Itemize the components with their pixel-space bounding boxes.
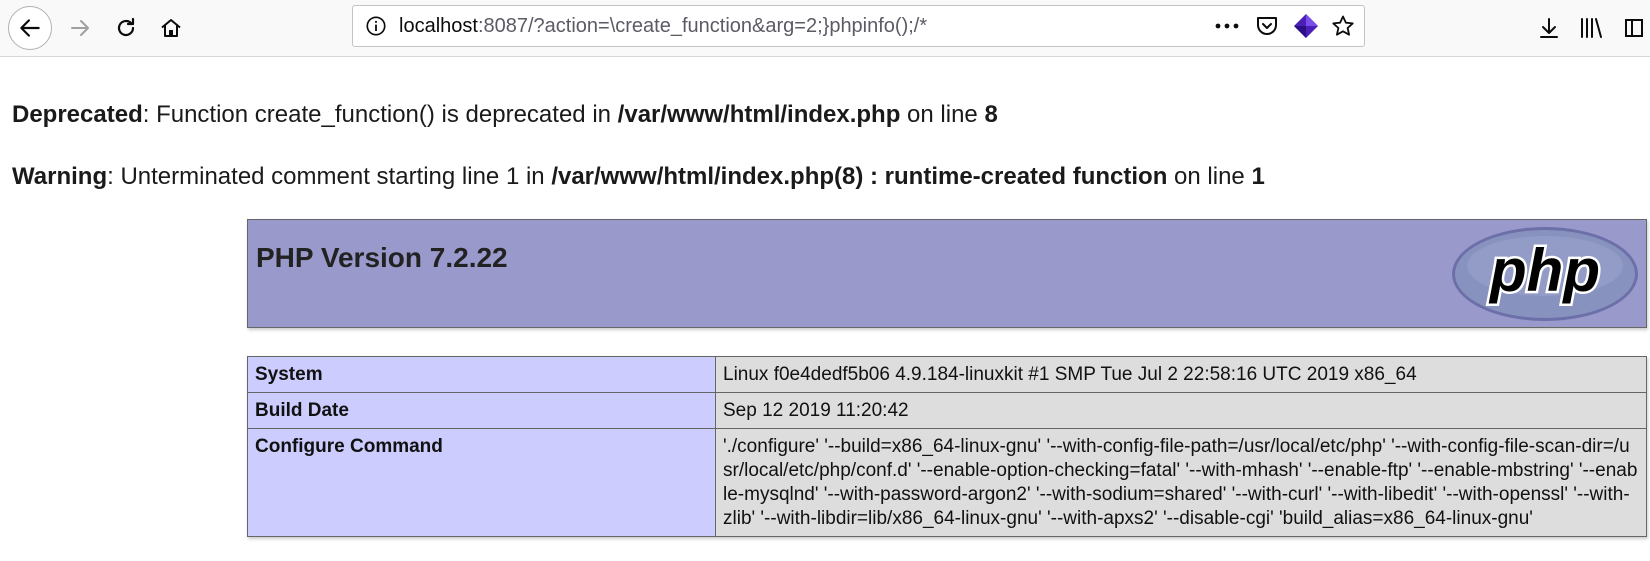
message-on-line: on line (1167, 163, 1252, 190)
row-label: System (247, 356, 716, 393)
message-text: : Function create_function() is deprecat… (142, 101, 618, 128)
bookmark-button[interactable] (1330, 14, 1356, 38)
pocket-button[interactable] (1254, 14, 1280, 38)
message-line-number: 8 (984, 101, 998, 128)
deprecated-message: Deprecated: Function create_function() i… (12, 101, 998, 129)
forward-arrow-icon (71, 20, 89, 36)
info-icon (366, 16, 386, 36)
extension-icon (1294, 14, 1318, 38)
row-value: Linux f0e4dedf5b06 4.9.184-linuxkit #1 S… (715, 356, 1647, 393)
sidebar-icon (1625, 19, 1643, 37)
home-icon (161, 19, 181, 37)
url-text[interactable]: localhost:8087/?action=\create_function&… (399, 6, 927, 46)
forward-button[interactable] (58, 6, 102, 50)
message-text: : Unterminated comment starting line 1 i… (107, 163, 552, 190)
row-label: Configure Command (247, 428, 716, 537)
back-arrow-icon (20, 19, 40, 37)
row-label: Build Date (247, 392, 716, 429)
php-logo[interactable]: php php (1450, 226, 1640, 327)
downloads-button[interactable] (1527, 6, 1571, 50)
site-info-button[interactable] (365, 15, 387, 42)
star-icon (1332, 15, 1354, 36)
message-level: Warning (12, 163, 108, 190)
more-dots-icon (1215, 23, 1239, 29)
url-bar[interactable]: localhost:8087/?action=\create_function&… (352, 5, 1365, 47)
sidebar-button[interactable] (1612, 6, 1650, 50)
browser-toolbar: localhost:8087/?action=\create_function&… (0, 0, 1650, 57)
phpinfo-header: PHP Version 7.2.22 php php (247, 219, 1647, 328)
table-row: Configure Command './configure' '--build… (247, 428, 1647, 537)
php-version-title: PHP Version 7.2.22 (256, 242, 508, 273)
library-button[interactable] (1570, 6, 1614, 50)
message-line-number: 1 (1251, 163, 1265, 190)
svg-text:php: php (1488, 237, 1600, 304)
extension-button[interactable] (1293, 14, 1319, 38)
table-row: Build Date Sep 12 2019 11:20:42 (247, 392, 1647, 429)
warning-message: Warning: Unterminated comment starting l… (12, 163, 1265, 191)
back-button[interactable] (8, 6, 52, 50)
message-on-line: on line (900, 101, 985, 128)
row-value: './configure' '--build=x86_64-linux-gnu'… (715, 428, 1647, 537)
table-row: System Linux f0e4dedf5b06 4.9.184-linuxk… (247, 356, 1647, 393)
library-icon (1581, 18, 1602, 38)
phpinfo-table: System Linux f0e4dedf5b06 4.9.184-linuxk… (247, 356, 1647, 537)
message-file: /var/www/html/index.php (617, 101, 901, 128)
url-path: :8087/?action=\create_function&arg=2;}ph… (477, 15, 928, 37)
page-actions-button[interactable] (1214, 14, 1240, 38)
home-button[interactable] (149, 6, 193, 50)
reload-icon (117, 17, 135, 37)
download-icon (1540, 18, 1558, 38)
reload-button[interactable] (104, 6, 148, 50)
php-logo-icon: php php (1452, 227, 1638, 321)
url-host: localhost (399, 15, 478, 37)
pocket-icon (1257, 17, 1277, 35)
row-value: Sep 12 2019 11:20:42 (715, 392, 1647, 429)
message-level: Deprecated (12, 101, 143, 128)
message-file: /var/www/html/index.php(8) : runtime-cre… (551, 163, 1168, 190)
